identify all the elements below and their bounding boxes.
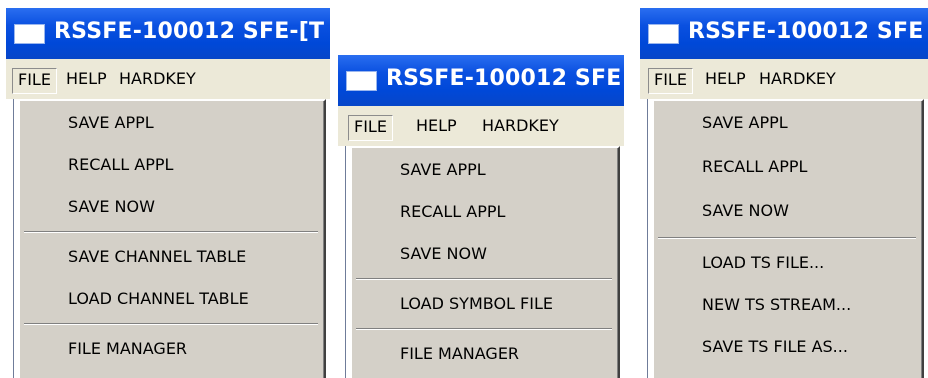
menu-item-label: SAVE APPL (702, 112, 788, 132)
client-area-edge (6, 99, 18, 378)
menu-item-label: FILE MANAGER (68, 338, 188, 358)
menu-file[interactable]: FILE (12, 68, 57, 94)
menu-item-load-channel-table[interactable]: LOAD CHANNEL TABLE (20, 277, 324, 319)
title-bar[interactable]: RSSFE-100012 SFE (338, 55, 624, 106)
menu-item-load-ts-file[interactable]: LOAD TS FILE... (654, 241, 922, 283)
file-dropdown-menu: SAVE APPL RECALL APPL SAVE NOW SAVE CHAN… (18, 99, 326, 378)
menu-item-label: SAVE NOW (702, 200, 789, 220)
window-panel-2: RSSFE-100012 SFE FILE HELP HARDKEY SAVE … (338, 55, 624, 378)
menu-item-label: NEW TS STREAM... (702, 294, 852, 314)
window-panel-3: RSSFE-100012 SFE FILE HELP HARDKEY SAVE … (640, 8, 928, 378)
file-dropdown-menu: SAVE APPL RECALL APPL SAVE NOW LOAD TS F… (652, 99, 924, 378)
menu-item-label: LOAD TS FILE... (702, 252, 825, 272)
menu-help[interactable]: HELP (700, 68, 751, 92)
menu-item-file-manager[interactable]: FILE MANAGER (20, 327, 324, 369)
menu-item-new-ts-stream[interactable]: NEW TS STREAM... (654, 283, 922, 325)
menu-separator (356, 278, 612, 280)
menu-separator (658, 237, 916, 239)
menu-bar: FILE HELP HARDKEY (6, 59, 330, 99)
title-bar[interactable]: RSSFE-100012 SFE-[T (6, 8, 330, 59)
menu-item-label: RECALL APPL (400, 201, 506, 221)
menu-item-save-now[interactable]: SAVE NOW (352, 232, 618, 274)
menu-item-save-channel-table[interactable]: SAVE CHANNEL TABLE (20, 235, 324, 277)
menu-hardkey[interactable]: HARDKEY (754, 68, 841, 92)
client-area-edge (640, 99, 652, 378)
menu-help[interactable]: HELP (411, 115, 462, 139)
menu-item-save-now[interactable]: SAVE NOW (20, 185, 324, 227)
screenshot-canvas: RSSFE-100012 SFE-[T FILE HELP HARDKEY SA… (0, 0, 928, 378)
window-title: RSSFE-100012 SFE (688, 19, 924, 44)
file-dropdown-menu: SAVE APPL RECALL APPL SAVE NOW LOAD SYMB… (350, 146, 620, 378)
menu-item-file-manager[interactable]: FILE MANAGER (352, 332, 618, 374)
menu-item-label: SAVE CHANNEL TABLE (68, 246, 247, 266)
app-window-icon (346, 71, 377, 91)
menu-item-label: FILE MANAGER (400, 343, 520, 363)
menu-item-label: SAVE NOW (68, 196, 155, 216)
menu-separator (24, 323, 318, 325)
menu-item-save-appl[interactable]: SAVE APPL (352, 148, 618, 190)
menu-item-label: LOAD CHANNEL TABLE (68, 288, 249, 308)
menu-item-label: SAVE TS FILE AS... (702, 336, 848, 356)
menu-item-save-ts-file-as[interactable]: SAVE TS FILE AS... (654, 325, 922, 367)
menu-item-label: SAVE APPL (400, 159, 486, 179)
menu-item-recall-appl[interactable]: RECALL APPL (352, 190, 618, 232)
window-title: RSSFE-100012 SFE (386, 66, 622, 91)
menu-item-label: RECALL APPL (702, 156, 808, 176)
menu-hardkey[interactable]: HARDKEY (477, 115, 564, 139)
menu-item-label: RECALL APPL (68, 154, 174, 174)
menu-help[interactable]: HELP (61, 68, 112, 92)
menu-bar: FILE HELP HARDKEY (640, 59, 928, 99)
window-title: RSSFE-100012 SFE-[T (54, 19, 325, 44)
menu-item-save-appl[interactable]: SAVE APPL (20, 101, 324, 143)
menu-item-save-now[interactable]: SAVE NOW (654, 189, 922, 231)
menu-item-label: LOAD SYMBOL FILE (400, 293, 553, 313)
menu-item-load-symbol-file[interactable]: LOAD SYMBOL FILE (352, 282, 618, 324)
menu-item-recall-appl[interactable]: RECALL APPL (654, 145, 922, 187)
menu-file[interactable]: FILE (348, 115, 393, 141)
title-bar[interactable]: RSSFE-100012 SFE (640, 8, 928, 59)
menu-item-save-appl[interactable]: SAVE APPL (654, 101, 922, 143)
menu-separator (356, 328, 612, 330)
menu-separator (24, 231, 318, 233)
app-window-icon (14, 24, 45, 44)
menu-item-label: SAVE APPL (68, 112, 154, 132)
menu-bar: FILE HELP HARDKEY (338, 106, 624, 146)
menu-file[interactable]: FILE (648, 68, 693, 94)
menu-item-recall-appl[interactable]: RECALL APPL (20, 143, 324, 185)
menu-item-label: SAVE NOW (400, 243, 487, 263)
client-area-edge (338, 146, 350, 378)
app-window-icon (648, 24, 679, 44)
window-panel-1: RSSFE-100012 SFE-[T FILE HELP HARDKEY SA… (6, 8, 330, 378)
menu-hardkey[interactable]: HARDKEY (114, 68, 201, 92)
